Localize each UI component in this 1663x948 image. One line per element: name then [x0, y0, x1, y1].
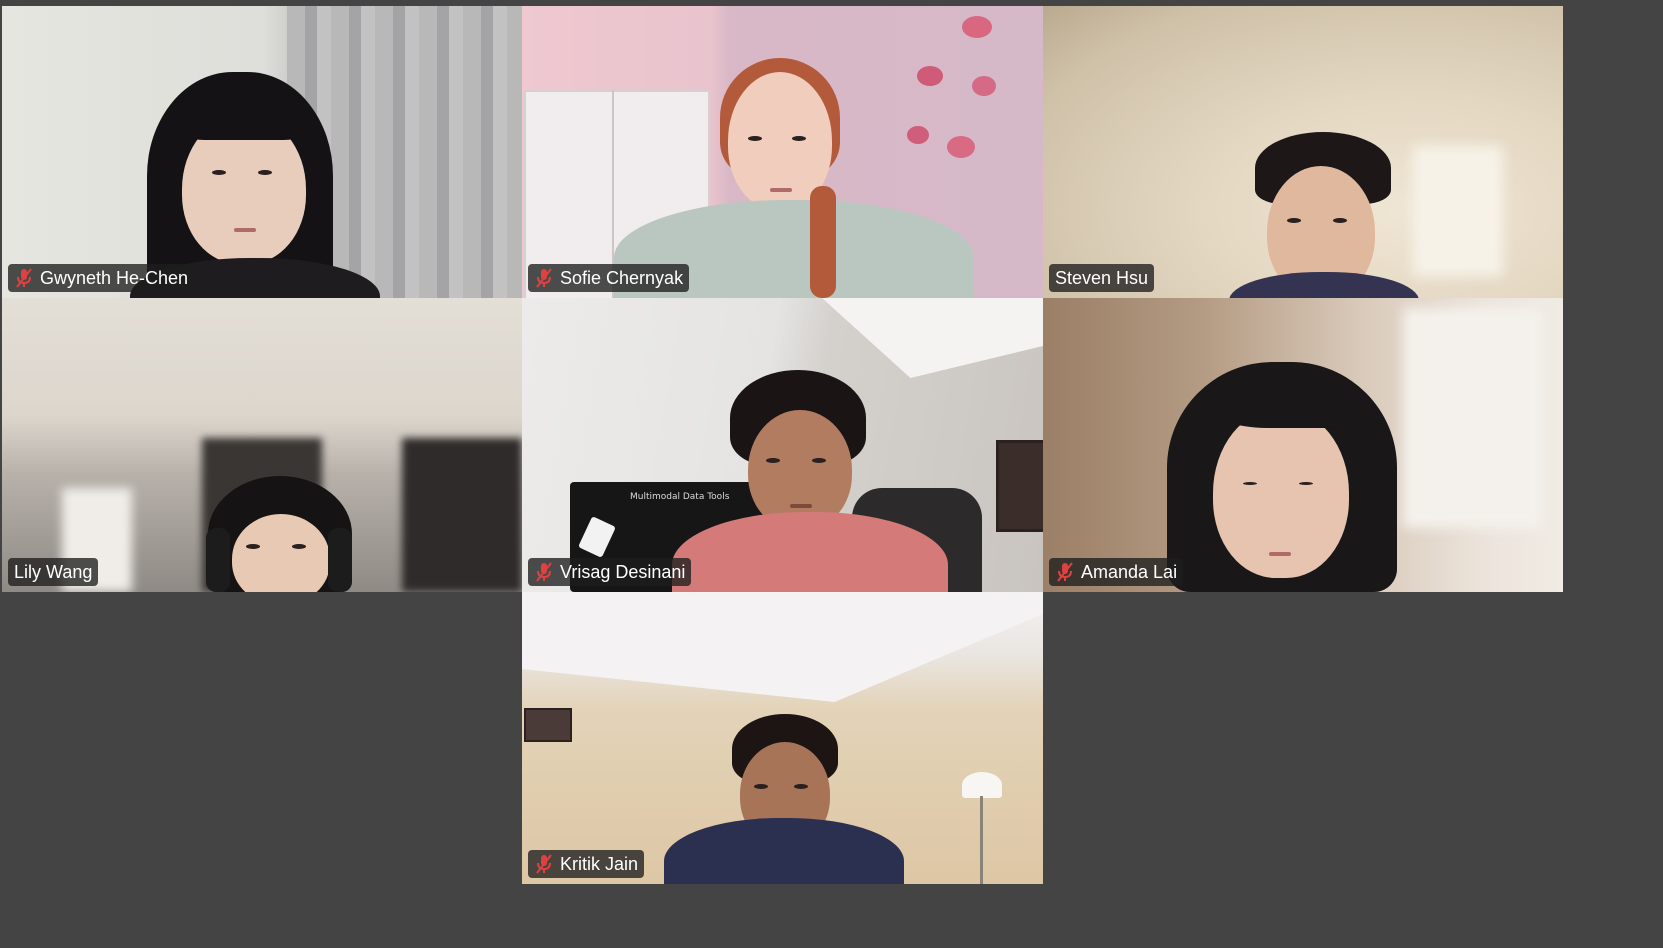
participant-name-tag: Steven Hsu — [1049, 264, 1155, 292]
eye — [748, 136, 762, 141]
mouth — [770, 188, 792, 192]
eye — [292, 544, 306, 549]
window — [1403, 308, 1543, 528]
flower — [947, 136, 975, 158]
muted-mic-icon — [14, 267, 34, 289]
window — [1413, 146, 1503, 276]
participant-name: Vrisag Desinani — [560, 562, 686, 582]
eye — [1243, 482, 1257, 485]
mouth — [790, 504, 812, 508]
participant-name-tag: Lily Wang — [8, 558, 99, 586]
participant-name: Amanda Lai — [1081, 562, 1178, 582]
video-tile-gwyneth[interactable]: Gwyneth He-Chen — [2, 6, 522, 298]
participant-name-tag: Amanda Lai — [1049, 558, 1184, 586]
muted-mic-icon — [534, 561, 554, 583]
lamp-pole — [980, 796, 983, 884]
eye — [812, 458, 826, 463]
eye — [212, 170, 226, 175]
participant-name-tag: Sofie Chernyak — [528, 264, 690, 292]
headphones — [206, 528, 230, 592]
flower — [907, 126, 929, 144]
flower — [972, 76, 996, 96]
eye — [258, 170, 272, 175]
video-tile-lily[interactable]: Lily Wang — [2, 298, 522, 592]
doorway — [402, 438, 522, 592]
video-tile-amanda[interactable]: Amanda Lai — [1043, 298, 1563, 592]
muted-mic-icon — [534, 853, 554, 875]
eye — [766, 458, 780, 463]
eye — [1287, 218, 1301, 223]
participant-name-tag: Kritik Jain — [528, 850, 645, 878]
eye — [1333, 218, 1347, 223]
flower — [962, 16, 992, 38]
mouth — [234, 228, 256, 232]
video-tile-vrisag[interactable]: Multimodal Data Tools Vrisag Desinani — [522, 298, 1043, 592]
mirror — [996, 440, 1043, 532]
whiteboard-heading: Multimodal Data Tools — [630, 492, 730, 502]
video-tile-kritik[interactable]: Kritik Jain — [522, 592, 1043, 884]
video-tile-sofie[interactable]: Sofie Chernyak — [522, 6, 1043, 298]
video-tile-steven[interactable]: Steven Hsu — [1043, 6, 1563, 298]
eye — [1299, 482, 1313, 485]
participant-name: Steven Hsu — [1055, 268, 1149, 288]
participant-bangs — [178, 84, 310, 140]
eye — [246, 544, 260, 549]
flower — [917, 66, 943, 86]
muted-mic-icon — [534, 267, 554, 289]
eye — [792, 136, 806, 141]
eye — [794, 784, 808, 789]
muted-mic-icon — [1055, 561, 1075, 583]
participant-name: Kritik Jain — [560, 854, 639, 874]
participant-name: Sofie Chernyak — [560, 268, 684, 288]
headphones — [328, 528, 352, 592]
participant-name-tag: Gwyneth He-Chen — [8, 264, 195, 292]
lamp — [962, 772, 1002, 798]
participant-name-tag: Vrisag Desinani — [528, 558, 692, 586]
participant-name: Lily Wang — [14, 562, 93, 582]
participant-name: Gwyneth He-Chen — [40, 268, 189, 288]
wall-picture — [524, 708, 572, 742]
eye — [754, 784, 768, 789]
mouth — [1269, 552, 1291, 556]
participant-bangs — [1207, 368, 1357, 428]
video-gallery: Gwyneth He-Chen Sofie Chernyak Steven Hs… — [0, 0, 1663, 948]
participant-braid — [810, 186, 836, 298]
